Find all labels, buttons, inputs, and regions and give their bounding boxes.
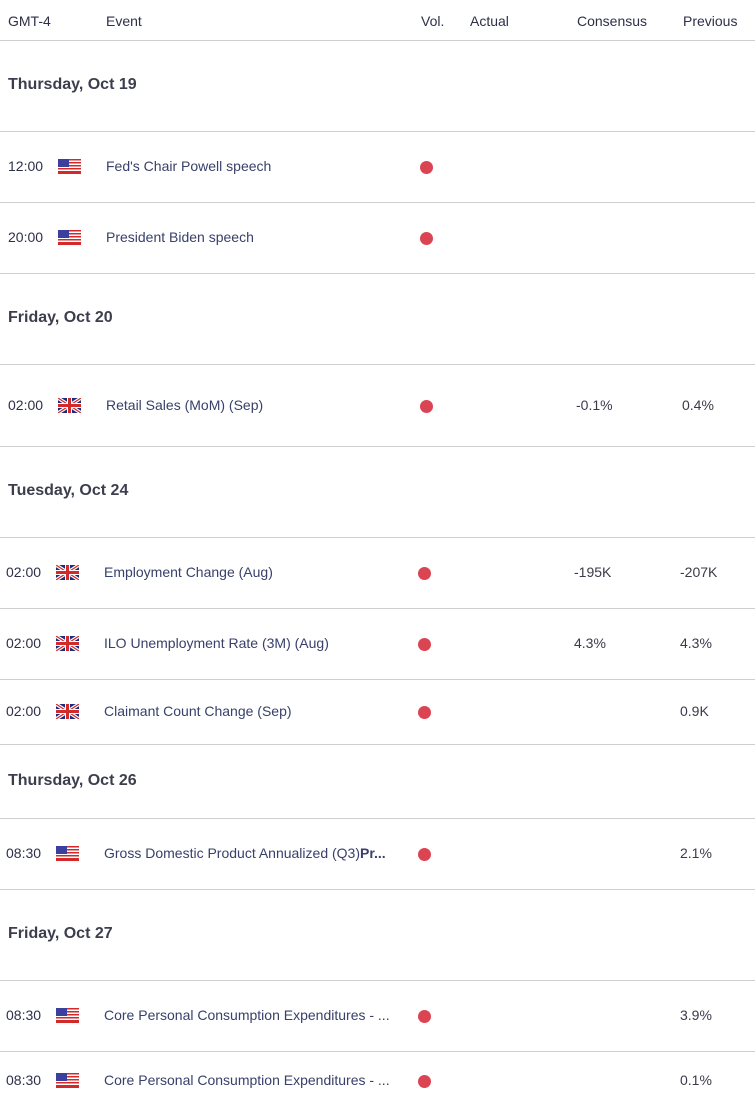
uk-flag-icon: [55, 634, 80, 653]
event-previous: 2.1%: [680, 845, 712, 861]
event-row[interactable]: 02:00 Employment Change (Aug) -195K -207K: [0, 538, 755, 609]
day-header: Thursday, Oct 19: [0, 41, 755, 132]
event-name[interactable]: Retail Sales (MoM) (Sep): [106, 397, 263, 413]
event-row[interactable]: 20:00 President Biden speech: [0, 203, 755, 274]
volatility-high-icon: [420, 161, 433, 174]
event-time: 08:30: [6, 1007, 42, 1023]
event-previous: 0.1%: [680, 1072, 712, 1088]
header-vol: Vol.: [421, 13, 445, 29]
us-flag-icon: [56, 1008, 79, 1023]
event-name[interactable]: Gross Domestic Product Annualized (Q3)Pr…: [104, 845, 386, 861]
us-flag-icon: [56, 846, 79, 861]
event-row[interactable]: 02:00 ILO Unemployment Rate (3M) (Aug) 4.3…: [0, 609, 755, 680]
day-header: Tuesday, Oct 24: [0, 447, 755, 538]
volatility-high-icon: [420, 232, 433, 245]
event-row[interactable]: 08:30 Core Personal Consumption Expenditu…: [0, 1052, 755, 1110]
event-previous: 4.3%: [680, 635, 712, 651]
event-time: 08:30: [6, 1072, 42, 1088]
event-time: 20:00: [8, 229, 44, 245]
header-event: Event: [106, 13, 142, 29]
event-row[interactable]: 12:00 Fed's Chair Powell speech: [0, 132, 755, 203]
event-name[interactable]: Claimant Count Change (Sep): [104, 703, 292, 719]
volatility-high-icon: [418, 567, 431, 580]
header-actual: Actual: [470, 13, 509, 29]
table-header: GMT-4 Event Vol. Actual Consensus Previo…: [0, 0, 755, 41]
event-name[interactable]: Core Personal Consumption Expenditures -…: [104, 1072, 390, 1088]
event-row[interactable]: 08:30 Gross Domestic Product Annualized (…: [0, 819, 755, 890]
volatility-high-icon: [418, 848, 431, 861]
event-name[interactable]: ILO Unemployment Rate (3M) (Aug): [104, 635, 329, 651]
event-name[interactable]: Core Personal Consumption Expenditures -…: [104, 1007, 390, 1023]
us-flag-icon: [58, 230, 81, 245]
event-time: 02:00: [6, 635, 42, 651]
volatility-high-icon: [418, 706, 431, 719]
event-time: 02:00: [8, 396, 44, 413]
volatility-high-icon: [418, 638, 431, 651]
event-consensus: -0.1%: [576, 396, 613, 413]
day-label: Friday, Oct 27: [8, 925, 113, 942]
event-consensus: 4.3%: [574, 635, 606, 651]
volatility-high-icon: [420, 399, 433, 413]
volatility-high-icon: [418, 1075, 431, 1088]
event-name[interactable]: Fed's Chair Powell speech: [106, 158, 271, 174]
volatility-high-icon: [418, 1010, 431, 1023]
event-previous: 0.9K: [680, 703, 709, 719]
us-flag-icon: [56, 1073, 79, 1088]
day-header: Friday, Oct 20: [0, 274, 755, 365]
event-previous: -207K: [680, 564, 718, 580]
event-previous: 3.9%: [680, 1007, 712, 1023]
day-header: Friday, Oct 27: [0, 890, 755, 981]
event-name[interactable]: President Biden speech: [106, 229, 254, 245]
event-time: 02:00: [6, 564, 42, 580]
us-flag-icon: [58, 159, 81, 174]
day-label: Thursday, Oct 26: [8, 771, 137, 789]
header-timezone: GMT-4: [8, 13, 51, 29]
event-row[interactable]: 02:00 Retail Sales (MoM) (Sep) -0.1% 0.4%: [0, 365, 755, 447]
event-time: 02:00: [6, 703, 42, 719]
event-suffix: Pr...: [360, 845, 386, 861]
header-previous: Previous: [683, 13, 738, 29]
uk-flag-icon: [55, 563, 80, 582]
header-consensus: Consensus: [577, 13, 648, 29]
day-label: Tuesday, Oct 24: [8, 482, 129, 499]
day-label: Thursday, Oct 19: [8, 76, 137, 93]
event-time: 08:30: [6, 845, 42, 861]
event-name[interactable]: Employment Change (Aug): [104, 564, 273, 580]
day-label: Friday, Oct 20: [8, 309, 113, 326]
event-row[interactable]: 02:00 Claimant Count Change (Sep) 0.9K: [0, 680, 755, 745]
uk-flag-icon: [55, 702, 80, 721]
day-header: Thursday, Oct 26: [0, 745, 755, 819]
uk-flag-icon: [57, 396, 82, 414]
event-row[interactable]: 08:30 Core Personal Consumption Expenditu…: [0, 981, 755, 1052]
event-previous: 0.4%: [682, 396, 714, 413]
event-consensus: -195K: [574, 564, 612, 580]
event-time: 12:00: [8, 158, 44, 174]
